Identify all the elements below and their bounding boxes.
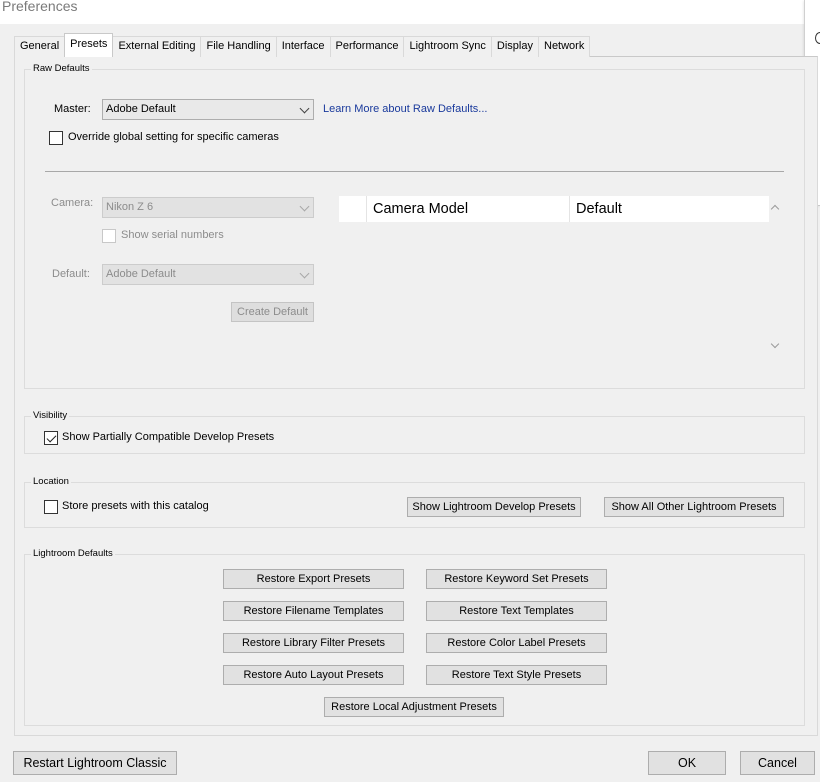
restore-keyword-set-presets-button[interactable]: Restore Keyword Set Presets — [426, 569, 607, 589]
tab-strip: General Presets External Editing File Ha… — [14, 33, 591, 57]
scroll-up-icon[interactable] — [770, 204, 780, 214]
chevron-down-icon — [299, 268, 310, 279]
master-label: Master: — [54, 103, 91, 115]
cancel-button[interactable]: Cancel — [740, 751, 815, 775]
restore-color-label-presets-button[interactable]: Restore Color Label Presets — [426, 633, 607, 653]
location-label: Location — [31, 476, 71, 487]
restore-export-presets-button[interactable]: Restore Export Presets — [223, 569, 404, 589]
tab-display[interactable]: Display — [490, 36, 539, 57]
table-scrollbar[interactable] — [767, 196, 785, 356]
restore-text-style-presets-button[interactable]: Restore Text Style Presets — [426, 665, 607, 685]
title-bar — [0, 0, 804, 24]
override-label: Override global setting for specific cam… — [68, 131, 279, 143]
tab-external-editing[interactable]: External Editing — [112, 36, 202, 57]
master-value: Adobe Default — [106, 103, 176, 115]
show-partial-label: Show Partially Compatible Develop Preset… — [62, 431, 275, 443]
camera-label: Camera: — [51, 197, 94, 209]
tab-network[interactable]: Network — [538, 36, 591, 57]
chevron-down-icon — [299, 201, 310, 212]
scroll-down-icon[interactable] — [770, 339, 780, 349]
show-develop-presets-button[interactable]: Show Lightroom Develop Presets — [407, 497, 581, 517]
show-serial-label: Show serial numbers — [121, 229, 224, 241]
column-header-default[interactable]: Default — [570, 196, 622, 222]
lightroom-defaults-label: Lightroom Defaults — [31, 548, 115, 559]
restore-filename-templates-button[interactable]: Restore Filename Templates — [223, 601, 404, 621]
window-title: Preferences — [2, 0, 78, 14]
restore-text-templates-button[interactable]: Restore Text Templates — [426, 601, 607, 621]
tab-file-handling[interactable]: File Handling — [200, 36, 277, 57]
visibility-label: Visibility — [31, 410, 70, 421]
create-default-button[interactable]: Create Default — [231, 302, 314, 322]
show-serial-checkbox[interactable] — [102, 229, 116, 243]
learn-more-link[interactable]: Learn More about Raw Defaults... — [323, 103, 487, 115]
tab-general[interactable]: General — [14, 36, 66, 57]
show-other-presets-button[interactable]: Show All Other Lightroom Presets — [604, 497, 784, 517]
tab-presets[interactable]: Presets — [64, 33, 114, 57]
camera-value: Nikon Z 6 — [106, 201, 154, 213]
ok-button[interactable]: OK — [648, 751, 726, 775]
override-checkbox[interactable] — [49, 131, 63, 145]
camera-defaults-table: Camera Model Default — [339, 196, 771, 356]
show-partial-checkbox[interactable] — [44, 431, 58, 445]
restore-library-filter-presets-button[interactable]: Restore Library Filter Presets — [223, 633, 404, 653]
restore-local-adjustment-presets-button[interactable]: Restore Local Adjustment Presets — [324, 697, 504, 717]
default-label: Default: — [52, 268, 90, 280]
separator — [45, 171, 784, 172]
tab-lightroom-sync[interactable]: Lightroom Sync — [403, 36, 492, 57]
raw-defaults-label: Raw Defaults — [31, 63, 92, 74]
partial-glyph-icon — [815, 32, 820, 44]
column-header-camera-model[interactable]: Camera Model — [367, 196, 468, 222]
tab-interface[interactable]: Interface — [275, 36, 331, 57]
store-presets-checkbox[interactable] — [44, 500, 58, 514]
camera-dropdown[interactable]: Nikon Z 6 — [102, 197, 314, 218]
master-dropdown[interactable]: Adobe Default — [102, 99, 314, 120]
store-presets-label: Store presets with this catalog — [62, 500, 209, 512]
default-value: Adobe Default — [106, 268, 176, 280]
chevron-down-icon — [299, 103, 310, 114]
default-dropdown[interactable]: Adobe Default — [102, 264, 314, 285]
restore-auto-layout-presets-button[interactable]: Restore Auto Layout Presets — [223, 665, 404, 685]
restart-button[interactable]: Restart Lightroom Classic — [13, 751, 177, 775]
tab-performance[interactable]: Performance — [329, 36, 405, 57]
table-header: Camera Model Default — [339, 196, 769, 222]
